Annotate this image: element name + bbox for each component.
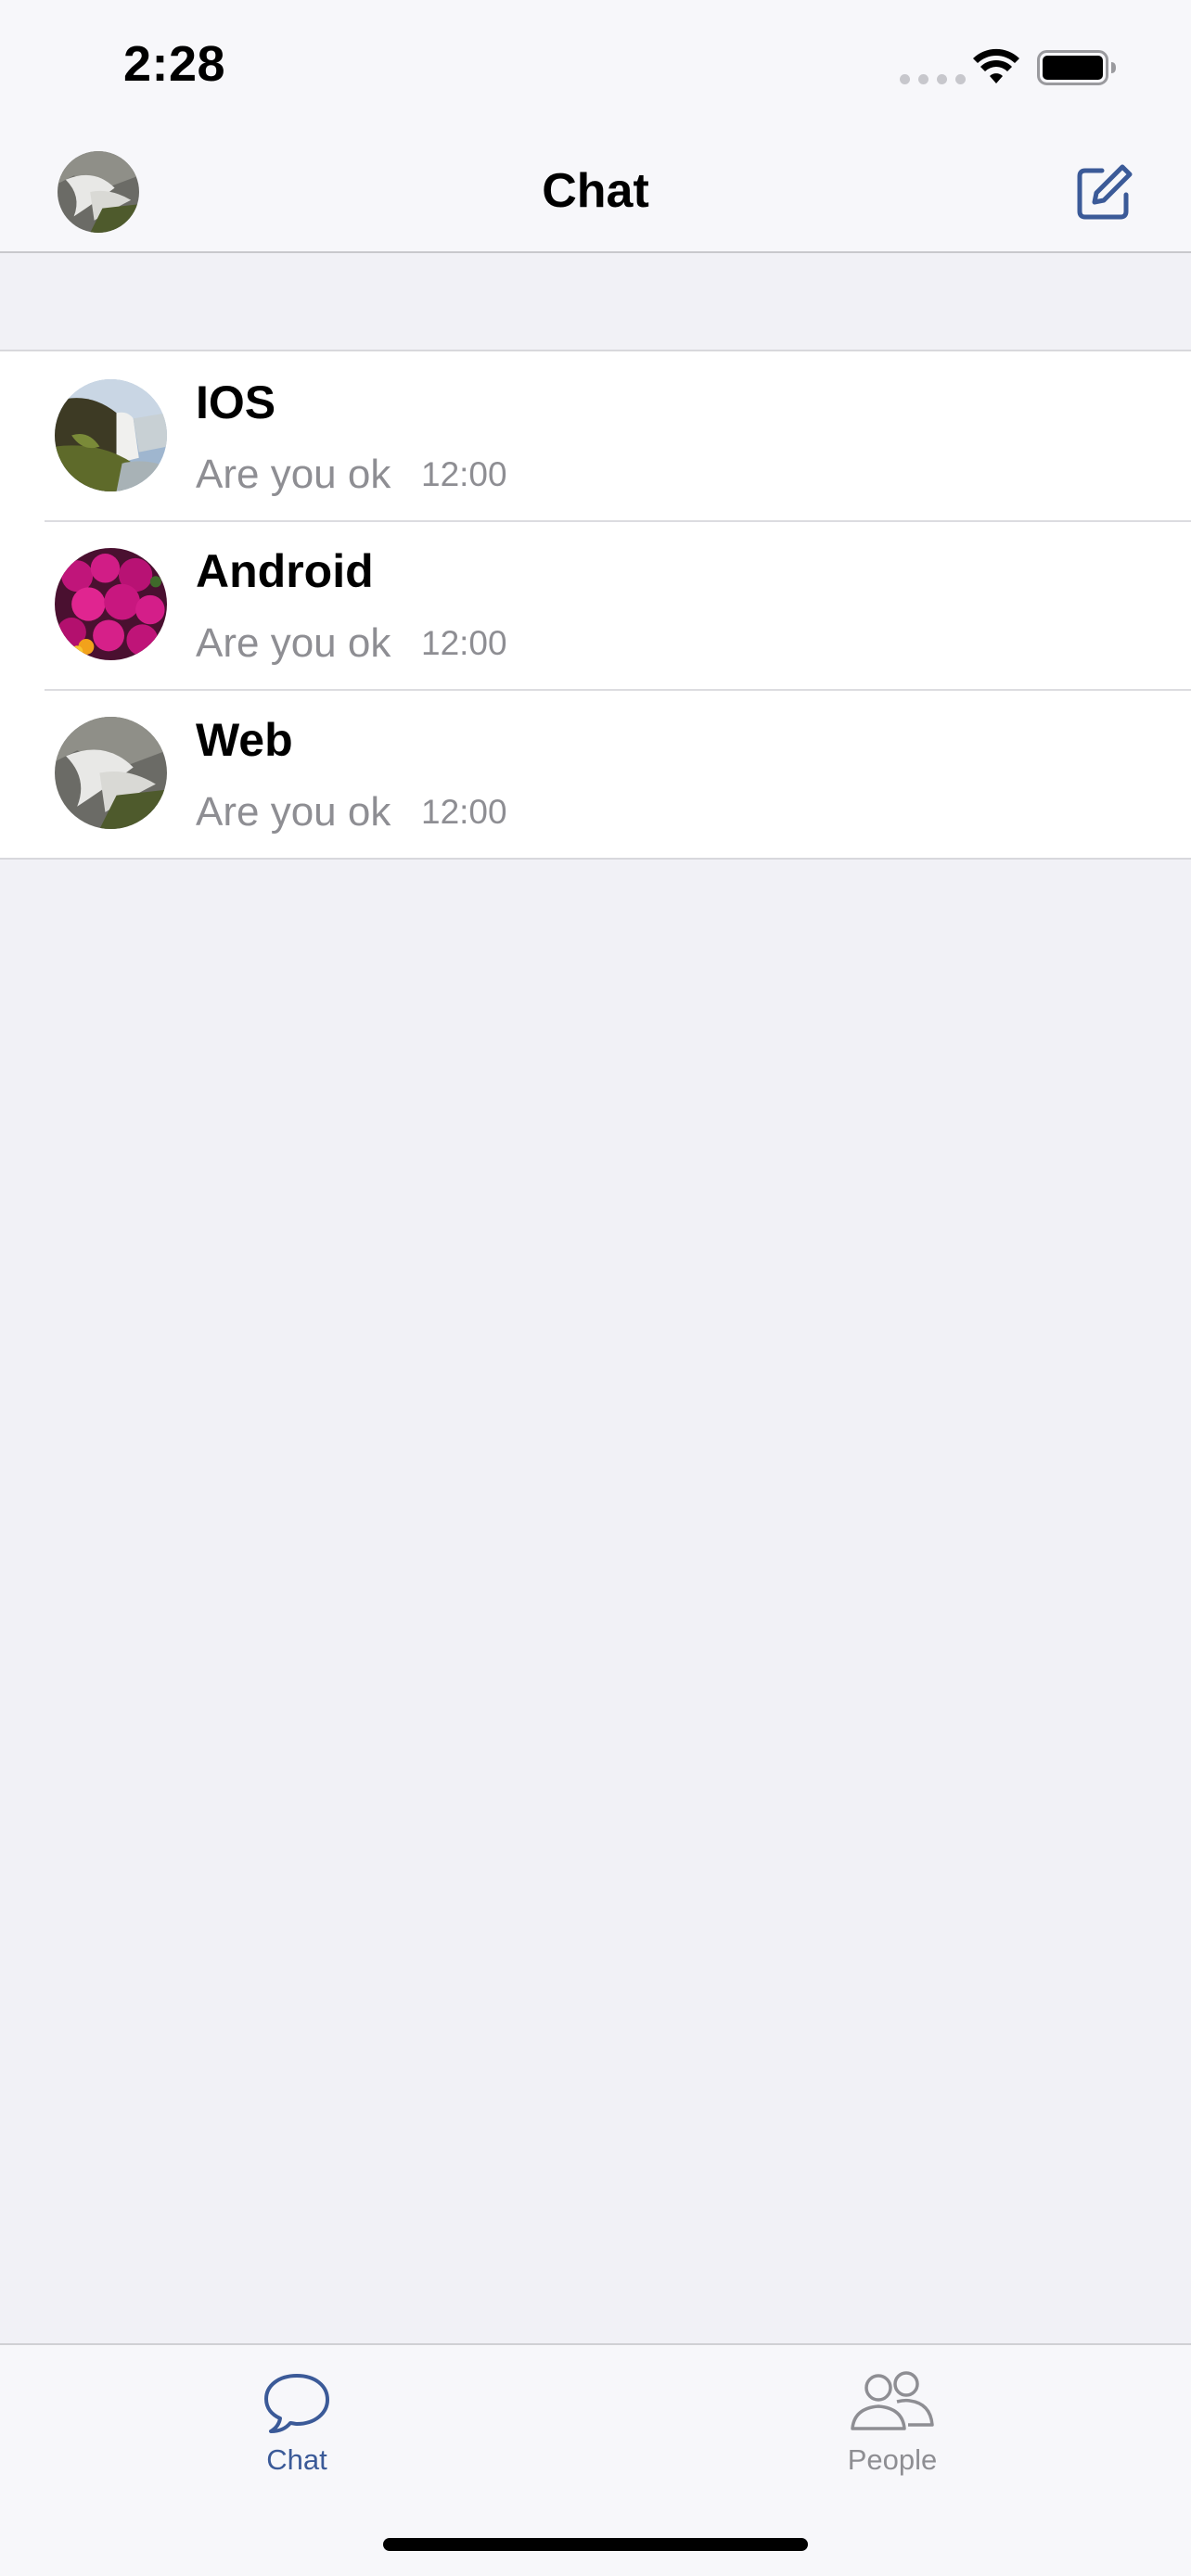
- page-title: Chat: [542, 164, 649, 218]
- chat-row-ios[interactable]: IOS Are you ok 12:00: [0, 351, 1191, 520]
- chat-row-web[interactable]: Web Are you ok 12:00: [0, 689, 1191, 858]
- flowers-avatar: [55, 548, 167, 660]
- tab-people[interactable]: People: [753, 2345, 1031, 2493]
- chat-message-preview: Are you ok: [196, 452, 391, 497]
- chat-timestamp: 12:00: [421, 793, 507, 831]
- waterfall-coast-avatar: [55, 379, 167, 491]
- chat-message-preview: Are you ok: [196, 789, 391, 835]
- battery-icon: [1037, 50, 1116, 85]
- chat-timestamp: 12:00: [421, 455, 507, 493]
- wifi-icon: [973, 48, 1019, 83]
- speech-bubble-icon: [264, 2374, 329, 2433]
- waterfall-rocks-avatar: [55, 717, 167, 829]
- chat-name: IOS: [196, 376, 276, 428]
- home-indicator: [383, 2538, 808, 2551]
- people-icon: [851, 2371, 934, 2430]
- chat-name: Android: [196, 545, 374, 597]
- chat-name: Web: [196, 714, 293, 766]
- cellular-signal-icon: [900, 74, 966, 84]
- compose-icon[interactable]: [1074, 163, 1133, 223]
- tab-people-label: People: [847, 2443, 938, 2476]
- status-time: 2:28: [123, 36, 226, 92]
- chat-message-preview: Are you ok: [196, 620, 391, 666]
- tab-chat[interactable]: Chat: [158, 2345, 436, 2493]
- chat-row-android[interactable]: Android Are you ok 12:00: [0, 520, 1191, 689]
- status-bar: 2:28: [0, 0, 1191, 130]
- navigation-bar: Chat: [0, 130, 1191, 253]
- chat-list: IOS Are you ok 12:00 Android Are you ok …: [0, 350, 1191, 860]
- tab-chat-label: Chat: [266, 2443, 327, 2476]
- chat-timestamp: 12:00: [421, 624, 507, 662]
